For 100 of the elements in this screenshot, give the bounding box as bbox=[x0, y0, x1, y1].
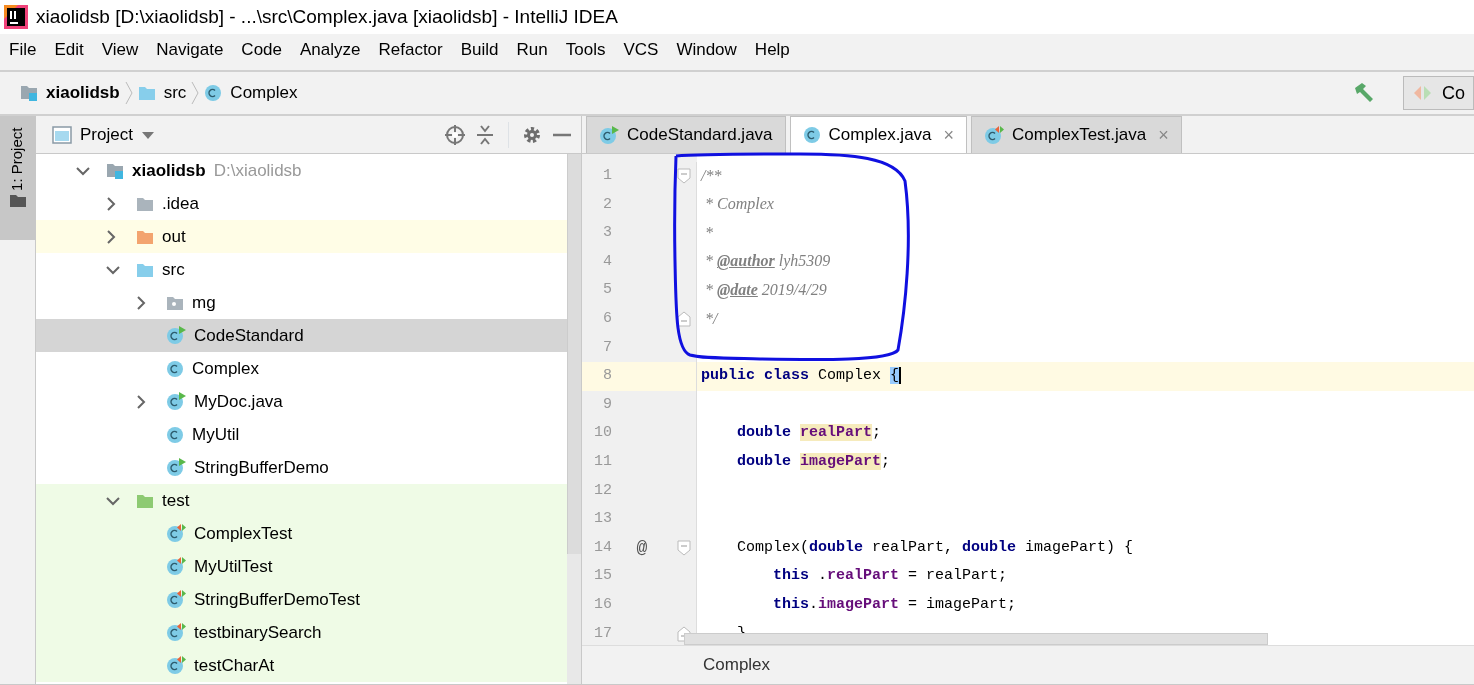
tree-item[interactable]: xiaolidsb D:\xiaolidsb bbox=[36, 154, 567, 187]
menu-item[interactable]: Run bbox=[507, 37, 557, 63]
editor-tab[interactable]: Complex.java × bbox=[789, 116, 968, 153]
menu-item[interactable]: VCS bbox=[614, 37, 668, 63]
project-view-icon bbox=[52, 125, 72, 144]
fold-icon[interactable] bbox=[677, 311, 691, 328]
chevron-down-icon[interactable] bbox=[106, 264, 120, 275]
line-number: 17 bbox=[593, 623, 612, 644]
run-configuration-selector[interactable]: Co bbox=[1403, 76, 1474, 110]
chevron-right-icon[interactable] bbox=[106, 229, 116, 244]
code-line: public class Complex { bbox=[701, 366, 902, 387]
line-number: 10 bbox=[593, 423, 612, 444]
tree-item[interactable]: StringBufferDemo bbox=[36, 451, 567, 484]
code-line: /** bbox=[701, 165, 722, 186]
chevron-down-icon[interactable] bbox=[76, 165, 90, 176]
separator-icon bbox=[190, 81, 201, 105]
test-class-icon bbox=[984, 125, 1005, 145]
module-icon bbox=[20, 84, 38, 102]
menu-item[interactable]: Edit bbox=[45, 37, 93, 63]
menu-item[interactable]: Code bbox=[232, 37, 291, 63]
close-tab-button[interactable]: × bbox=[943, 126, 955, 144]
folder-icon bbox=[136, 228, 154, 245]
tree-item[interactable]: out bbox=[36, 220, 567, 253]
code-line: * @author lyh5309 bbox=[704, 251, 831, 272]
tree-item[interactable]: .idea bbox=[36, 187, 567, 220]
breadcrumb-item[interactable]: src bbox=[163, 80, 187, 106]
code-line: double imagePart; bbox=[737, 451, 891, 472]
test-class-icon bbox=[166, 623, 186, 642]
folder-icon bbox=[136, 261, 154, 278]
tree-item-label: mg bbox=[192, 291, 216, 314]
line-number: 16 bbox=[593, 594, 612, 615]
line-number: 4 bbox=[602, 251, 612, 272]
tree-item[interactable]: MyUtil bbox=[36, 418, 567, 451]
panel-title[interactable]: Project bbox=[80, 121, 133, 148]
override-marker[interactable]: @ bbox=[636, 534, 648, 562]
line-number: 12 bbox=[593, 480, 612, 501]
menu-item[interactable]: Navigate bbox=[147, 37, 233, 63]
tree-item[interactable]: test bbox=[36, 484, 567, 517]
tree-item[interactable]: src bbox=[36, 253, 567, 286]
tree-item-label: MyUtilTest bbox=[194, 555, 273, 578]
code-line: Complex(double realPart, double imagePart) { bbox=[737, 537, 1134, 558]
breadcrumb-item[interactable]: Complex bbox=[703, 652, 771, 678]
tool-window-tab[interactable]: 1: Project bbox=[0, 116, 36, 240]
chevron-down-icon[interactable] bbox=[106, 495, 120, 506]
window-title: xiaolidsb [D:\xiaolidsb] - ...\src\Complex.java [xiaolidsb] - IntelliJ IDEA bbox=[36, 4, 618, 29]
test-class-icon bbox=[166, 590, 186, 609]
app-logo-icon bbox=[4, 5, 28, 29]
code-line: double realPart; bbox=[737, 423, 882, 444]
locate-icon[interactable] bbox=[444, 123, 466, 146]
horizontal-scrollbar[interactable] bbox=[684, 633, 1268, 645]
tree-item-label: src bbox=[162, 258, 185, 281]
tree-item-label: CodeStandard bbox=[194, 324, 304, 347]
line-number: 14 bbox=[593, 537, 612, 558]
tree-item[interactable]: MyDoc.java bbox=[36, 385, 567, 418]
line-number: 6 bbox=[602, 309, 612, 329]
line-number: 9 bbox=[602, 394, 612, 415]
tree-item-label: testCharAt bbox=[194, 654, 275, 677]
runnable-class-icon bbox=[166, 392, 186, 411]
tree-item-label: ComplexTest bbox=[194, 522, 293, 545]
line-number: 3 bbox=[602, 223, 612, 244]
breadcrumb-item[interactable]: Complex bbox=[230, 80, 298, 106]
menu-item[interactable]: Refactor bbox=[369, 37, 452, 63]
menu-item[interactable]: Build bbox=[451, 37, 508, 63]
tree-item-label: testbinarySearch bbox=[194, 621, 322, 644]
tree-item[interactable]: ComplexTest bbox=[36, 517, 567, 550]
class-icon bbox=[166, 425, 184, 444]
editor-tab[interactable]: ComplexTest.java × bbox=[971, 116, 1182, 153]
tree-item[interactable]: testCharAt bbox=[36, 649, 567, 682]
tree-item-label: xiaolidsb bbox=[132, 159, 206, 182]
tree-item[interactable]: StringBufferDemoTest bbox=[36, 583, 567, 616]
menu-item[interactable]: View bbox=[92, 37, 148, 63]
breadcrumb-item[interactable]: xiaolidsb bbox=[46, 80, 120, 106]
test-class-icon bbox=[166, 656, 186, 675]
code-line: * bbox=[704, 222, 713, 243]
line-number: 15 bbox=[593, 566, 612, 587]
tree-item[interactable]: mg bbox=[36, 286, 567, 319]
line-number: 2 bbox=[602, 194, 612, 215]
menu-item[interactable]: File bbox=[0, 37, 46, 63]
package-icon bbox=[166, 294, 184, 311]
code-line: */ bbox=[704, 308, 718, 329]
tree-item-label: .idea bbox=[162, 192, 199, 215]
tree-item[interactable]: MyUtilTest bbox=[36, 550, 567, 583]
tree-item[interactable]: Complex bbox=[36, 352, 567, 385]
chevron-right-icon[interactable] bbox=[106, 196, 116, 211]
menu-item[interactable]: Tools bbox=[556, 37, 615, 63]
tree-item-label: MyUtil bbox=[192, 423, 240, 446]
folder-icon bbox=[136, 195, 154, 212]
menu-item[interactable]: Analyze bbox=[291, 37, 370, 63]
module-icon bbox=[106, 161, 124, 180]
collapse-all-icon[interactable] bbox=[474, 123, 496, 146]
menu-item[interactable]: Window bbox=[667, 37, 746, 63]
tree-item[interactable]: CodeStandard bbox=[36, 319, 567, 352]
scrollbar-thumb[interactable] bbox=[567, 154, 581, 554]
chevron-right-icon[interactable] bbox=[136, 295, 146, 310]
editor-tab[interactable]: CodeStandard.java bbox=[586, 116, 786, 153]
dropdown-caret-icon[interactable] bbox=[140, 129, 155, 140]
tree-item[interactable]: testbinarySearch bbox=[36, 616, 567, 649]
chevron-right-icon[interactable] bbox=[136, 394, 146, 409]
menu-item[interactable]: Help bbox=[745, 37, 799, 63]
line-number: 8 bbox=[602, 366, 612, 387]
